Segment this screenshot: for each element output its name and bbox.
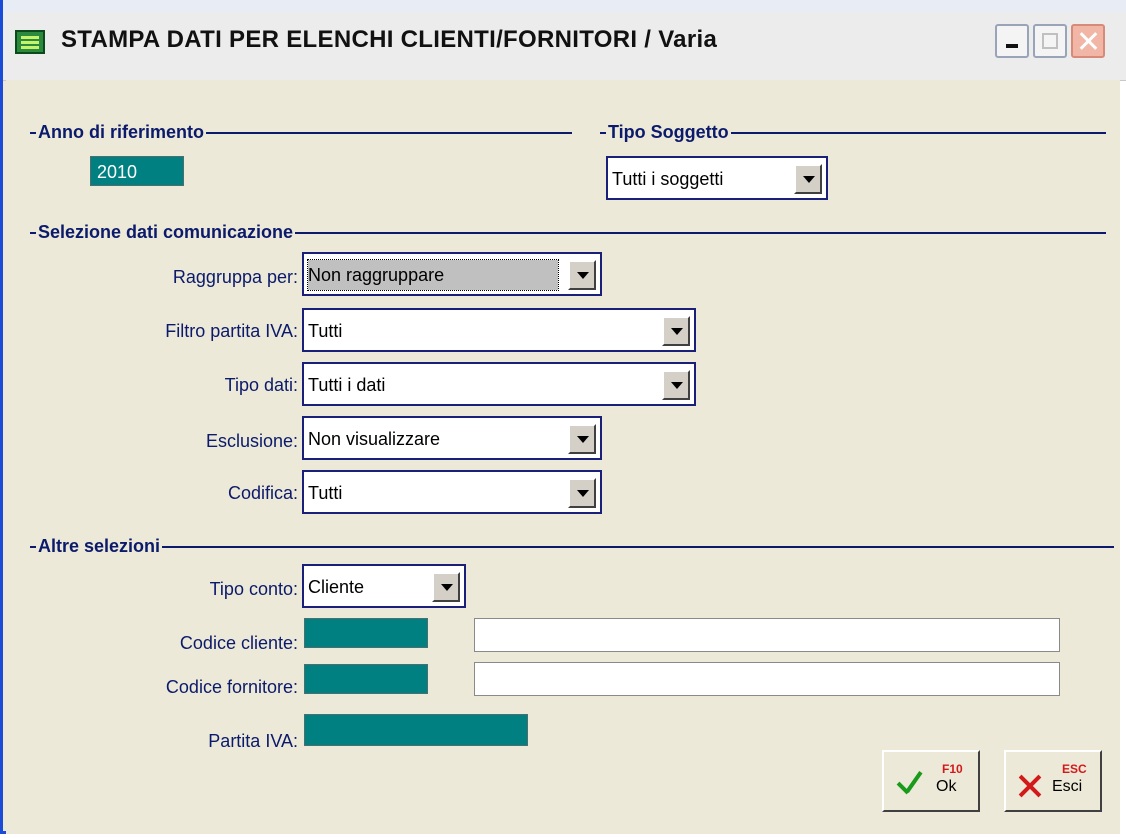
select-value: Tutti i dati bbox=[308, 375, 386, 395]
close-button[interactable] bbox=[1071, 24, 1105, 58]
tipo-conto-select[interactable]: Cliente bbox=[302, 564, 466, 608]
ok-shortcut: F10 bbox=[942, 762, 963, 776]
select-value: Tutti bbox=[308, 483, 343, 503]
codifica-select[interactable]: Tutti bbox=[302, 470, 602, 514]
group-selezione-dati: Selezione dati comunicazione bbox=[30, 222, 1106, 242]
esclusione-label: Esclusione: bbox=[205, 431, 298, 451]
maximize-button[interactable] bbox=[1033, 24, 1067, 58]
codice-fornitore-input[interactable] bbox=[304, 664, 428, 694]
group-altre-selezioni: Altre selezioni bbox=[30, 536, 1114, 556]
dropdown-arrow-icon[interactable] bbox=[794, 164, 822, 194]
anno-input[interactable]: 2010 bbox=[90, 156, 184, 186]
filtro-iva-select[interactable]: Tutti bbox=[302, 308, 696, 352]
window-title: STAMPA DATI PER ELENCHI CLIENTI/FORNITOR… bbox=[61, 26, 718, 53]
dropdown-arrow-icon[interactable] bbox=[568, 424, 596, 454]
codice-fornitore-description[interactable] bbox=[474, 662, 1060, 696]
esci-shortcut: ESC bbox=[1062, 762, 1087, 776]
group-title: Anno di riferimento bbox=[36, 122, 206, 142]
ok-button[interactable]: F10 Ok bbox=[882, 750, 980, 812]
title-bar-top bbox=[3, 0, 1126, 12]
ok-label: Ok bbox=[936, 778, 957, 795]
tipo-dati-label: Tipo dati: bbox=[224, 375, 298, 395]
dropdown-arrow-icon[interactable] bbox=[568, 260, 596, 290]
codice-cliente-label: Codice cliente: bbox=[179, 633, 298, 653]
dropdown-arrow-icon[interactable] bbox=[662, 370, 690, 400]
select-value: Tutti bbox=[308, 321, 343, 341]
cancel-x-icon bbox=[1018, 774, 1042, 798]
group-title: Tipo Soggetto bbox=[606, 122, 731, 142]
app-icon bbox=[15, 30, 45, 54]
dropdown-arrow-icon[interactable] bbox=[568, 478, 596, 508]
title-bar[interactable]: STAMPA DATI PER ELENCHI CLIENTI/FORNITOR… bbox=[3, 0, 1126, 81]
select-value: Cliente bbox=[308, 577, 365, 597]
raggruppa-label: Raggruppa per: bbox=[172, 267, 298, 287]
checkmark-icon bbox=[896, 772, 912, 802]
group-title: Selezione dati comunicazione bbox=[36, 222, 296, 242]
tipo-dati-select[interactable]: Tutti i dati bbox=[302, 362, 696, 406]
minimize-button[interactable] bbox=[995, 24, 1029, 58]
codifica-label: Codifica: bbox=[227, 483, 298, 503]
dropdown-arrow-icon[interactable] bbox=[662, 316, 690, 346]
tipo-conto-label: Tipo conto: bbox=[209, 579, 298, 599]
esclusione-select[interactable]: Non visualizzare bbox=[302, 416, 602, 460]
codice-fornitore-label: Codice fornitore: bbox=[165, 677, 298, 697]
codice-cliente-description[interactable] bbox=[474, 618, 1060, 652]
group-divider bbox=[30, 546, 1114, 548]
select-value: Tutti i soggetti bbox=[612, 169, 724, 189]
partita-iva-label: Partita IVA: bbox=[208, 731, 298, 751]
group-title: Altre selezioni bbox=[36, 536, 163, 556]
select-value: Non visualizzare bbox=[308, 429, 441, 449]
group-anno-riferimento: Anno di riferimento bbox=[30, 122, 572, 142]
dialog-window: STAMPA DATI PER ELENCHI CLIENTI/FORNITOR… bbox=[0, 0, 1126, 834]
partita-iva-input[interactable] bbox=[304, 714, 528, 746]
group-tipo-soggetto: Tipo Soggetto bbox=[600, 122, 1106, 142]
dialog-body: Anno di riferimento 2010 Tipo Soggetto T… bbox=[6, 80, 1120, 834]
codice-cliente-input[interactable] bbox=[304, 618, 428, 648]
esci-button[interactable]: ESC Esci bbox=[1004, 750, 1102, 812]
select-value: Non raggruppare bbox=[307, 259, 559, 291]
esci-label: Esci bbox=[1052, 778, 1083, 795]
dropdown-arrow-icon[interactable] bbox=[432, 572, 460, 602]
raggruppa-select[interactable]: Non raggruppare bbox=[302, 252, 602, 296]
tipo-soggetto-select[interactable]: Tutti i soggetti bbox=[606, 156, 828, 200]
filtro-iva-label: Filtro partita IVA: bbox=[165, 321, 298, 341]
